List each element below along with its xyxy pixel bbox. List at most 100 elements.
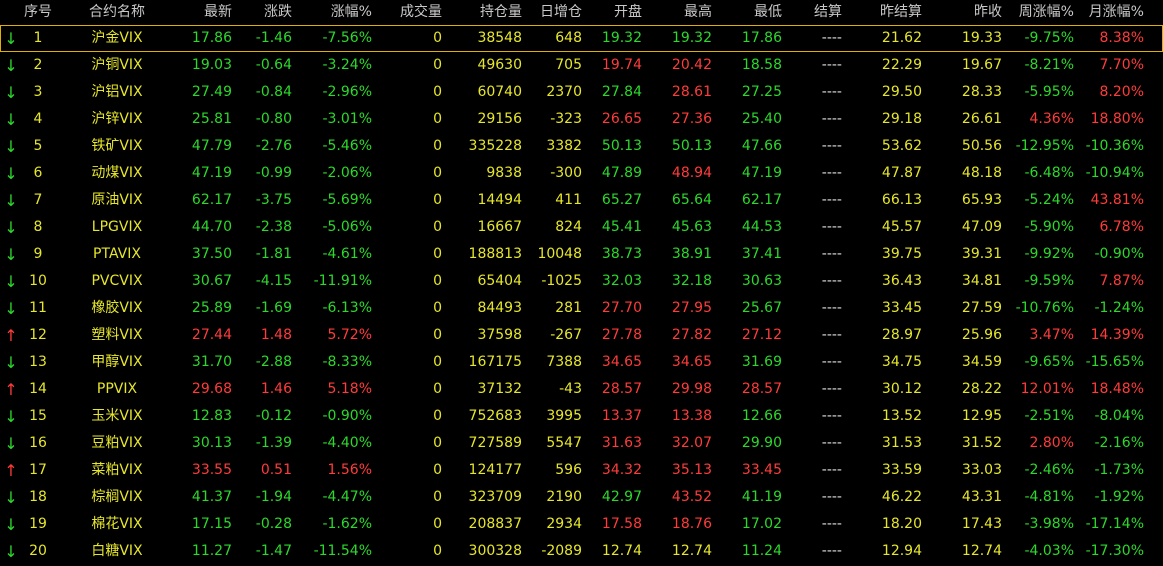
col-last: 25.81 bbox=[191, 111, 232, 127]
col-month-pct: 18.80% bbox=[1090, 111, 1144, 127]
header-col-week-pct[interactable]: 周涨幅% bbox=[1002, 0, 1074, 25]
col-prev-close: 27.59 bbox=[961, 300, 1002, 316]
col-settle: ---- bbox=[821, 516, 842, 532]
table-row[interactable]: ↓ 19 棉花VIX 17.15 -0.28 -1.62% 0 208837 2934 17.58… bbox=[0, 511, 1163, 538]
table-row[interactable]: ↓ 15 玉米VIX 12.83 -0.12 -0.90% 0 752683 3995 13.37… bbox=[0, 403, 1163, 430]
table-row[interactable]: ↓ 11 橡胶VIX 25.89 -1.69 -6.13% 0 84493 281 27.70 27… bbox=[0, 295, 1163, 322]
table-row[interactable]: ↓ 16 豆粕VIX 30.13 -1.39 -4.40% 0 727589 5547 31.63… bbox=[0, 430, 1163, 457]
col-last: 12.83 bbox=[191, 408, 232, 424]
col-open-interest: 300328 bbox=[468, 543, 522, 559]
col-volume: 0 bbox=[433, 30, 442, 46]
header-col-high[interactable]: 最高 bbox=[642, 0, 712, 25]
col-prev-settle: 47.87 bbox=[881, 165, 922, 181]
header-col-change-pct[interactable]: 涨幅% bbox=[292, 0, 372, 25]
col-oi-change: -323 bbox=[550, 111, 582, 127]
col-name: 原油VIX bbox=[91, 192, 143, 208]
table-row[interactable]: ↓ 1 沪金VIX 17.86 -1.46 -7.56% 0 38548 648 19.32 19.… bbox=[0, 25, 1163, 52]
header-col-prev-close[interactable]: 昨收 bbox=[922, 0, 1002, 25]
table-row[interactable]: ↓ 8 LPGVIX 44.70 -2.38 -5.06% 0 16667 824 45.41 45… bbox=[0, 214, 1163, 241]
col-change-pct: -5.46% bbox=[322, 138, 372, 154]
arrow-up-icon: ↑ bbox=[4, 380, 18, 399]
col-last: 17.86 bbox=[191, 30, 232, 46]
col-settle: ---- bbox=[821, 30, 842, 46]
table-row[interactable]: ↑ 12 塑料VIX 27.44 1.48 5.72% 0 37598 -267 27.78 27.… bbox=[0, 322, 1163, 349]
col-change-pct: 5.18% bbox=[327, 381, 372, 397]
col-high: 13.38 bbox=[671, 408, 712, 424]
col-oi-change: 2934 bbox=[546, 516, 582, 532]
table-row[interactable]: ↓ 13 甲醇VIX 31.70 -2.88 -8.33% 0 167175 7388 34.65… bbox=[0, 349, 1163, 376]
arrow-down-icon: ↓ bbox=[4, 164, 18, 183]
table-row[interactable]: ↓ 7 原油VIX 62.17 -3.75 -5.69% 0 14494 411 65.27 65.… bbox=[0, 187, 1163, 214]
header-col-prev-settle[interactable]: 昨结算 bbox=[842, 0, 922, 25]
col-high: 65.64 bbox=[671, 192, 712, 208]
header-col-name[interactable]: 合约名称 bbox=[72, 0, 162, 25]
col-volume: 0 bbox=[433, 435, 442, 451]
col-month-pct: 7.70% bbox=[1099, 57, 1144, 73]
col-settle: ---- bbox=[821, 165, 842, 181]
table-row[interactable]: ↓ 6 动煤VIX 47.19 -0.99 -2.06% 0 9838 -300 47.89 48.… bbox=[0, 160, 1163, 187]
col-low: 62.17 bbox=[741, 192, 782, 208]
col-change-pct: -2.96% bbox=[322, 84, 372, 100]
col-month-pct: -15.65% bbox=[1085, 354, 1144, 370]
header-col-no[interactable]: 序号 bbox=[22, 0, 54, 25]
col-name: 沪金VIX bbox=[91, 30, 143, 46]
col-high: 27.82 bbox=[671, 327, 712, 343]
header-col-month-pct[interactable]: 月涨幅% bbox=[1074, 0, 1144, 25]
col-week-pct: -5.24% bbox=[1024, 192, 1074, 208]
col-open: 31.63 bbox=[601, 435, 642, 451]
col-settle: ---- bbox=[821, 408, 842, 424]
col-open: 27.70 bbox=[601, 300, 642, 316]
table-row[interactable]: ↑ 17 菜粕VIX 33.55 0.51 1.56% 0 124177 596 34.32 35.… bbox=[0, 457, 1163, 484]
col-change: -2.76 bbox=[255, 138, 292, 154]
col-last: 27.49 bbox=[191, 84, 232, 100]
col-no: 5 bbox=[33, 138, 43, 154]
col-name: 菜粕VIX bbox=[91, 462, 143, 478]
col-volume: 0 bbox=[433, 111, 442, 127]
table-row[interactable]: ↓ 9 PTAVIX 37.50 -1.81 -4.61% 0 188813 10048 38.7… bbox=[0, 241, 1163, 268]
col-change-pct: -6.13% bbox=[322, 300, 372, 316]
header-col-change[interactable]: 涨跌 bbox=[232, 0, 292, 25]
col-change: -3.75 bbox=[255, 192, 292, 208]
col-settle: ---- bbox=[821, 381, 842, 397]
header-col-volume[interactable]: 成交量 bbox=[372, 0, 442, 25]
col-change: -1.46 bbox=[255, 30, 292, 46]
col-prev-settle: 29.50 bbox=[881, 84, 922, 100]
header-col-open[interactable]: 开盘 bbox=[582, 0, 642, 25]
table-row[interactable]: ↓ 3 沪铝VIX 27.49 -0.84 -2.96% 0 60740 2370 27.84 28… bbox=[0, 79, 1163, 106]
col-change: -4.15 bbox=[255, 273, 292, 289]
col-prev-close: 28.22 bbox=[961, 381, 1002, 397]
table-row[interactable]: ↓ 10 PVCVIX 30.67 -4.15 -11.91% 0 65404 -1025 32.… bbox=[0, 268, 1163, 295]
col-high: 18.76 bbox=[671, 516, 712, 532]
table-row[interactable]: ↓ 2 沪铜VIX 19.03 -0.64 -3.24% 0 49630 705 19.74 20.… bbox=[0, 52, 1163, 79]
col-oi-change: 705 bbox=[555, 57, 582, 73]
col-volume: 0 bbox=[433, 246, 442, 262]
col-change: -0.28 bbox=[255, 516, 292, 532]
table-row[interactable]: ↓ 20 白糖VIX 11.27 -1.47 -11.54% 0 300328 -2089 12.… bbox=[0, 538, 1163, 565]
col-open-interest: 14494 bbox=[477, 192, 522, 208]
header-col-open-interest[interactable]: 持仓量 bbox=[442, 0, 522, 25]
col-prev-close: 19.33 bbox=[961, 30, 1002, 46]
col-change-pct: -2.06% bbox=[322, 165, 372, 181]
table-row[interactable]: ↑ 14 PPVIX 29.68 1.46 5.18% 0 37132 -43 28.57 29.9… bbox=[0, 376, 1163, 403]
col-prev-close: 34.59 bbox=[961, 354, 1002, 370]
col-week-pct: -8.21% bbox=[1024, 57, 1074, 73]
col-open-interest: 49630 bbox=[477, 57, 522, 73]
header-col-low[interactable]: 最低 bbox=[712, 0, 782, 25]
col-high: 34.65 bbox=[671, 354, 712, 370]
table-row[interactable]: ↓ 4 沪锌VIX 25.81 -0.80 -3.01% 0 29156 -323 26.65 27… bbox=[0, 106, 1163, 133]
col-low: 30.63 bbox=[741, 273, 782, 289]
header-col-settle[interactable]: 结算 bbox=[782, 0, 842, 25]
col-high: 20.42 bbox=[671, 57, 712, 73]
col-week-pct: -10.76% bbox=[1015, 300, 1074, 316]
header-col-last[interactable]: 最新 bbox=[160, 0, 232, 25]
col-low: 25.40 bbox=[741, 111, 782, 127]
col-oi-change: 3382 bbox=[546, 138, 582, 154]
col-oi-change: 648 bbox=[555, 30, 582, 46]
quote-table[interactable]: 序号 合约名称 最新 涨跌 涨幅% 成交量 持仓量 日增仓 开盘 最高 最低 结算 昨结算 昨收 周涨幅% 月… bbox=[0, 0, 1163, 566]
table-row[interactable]: ↓ 5 铁矿VIX 47.79 -2.76 -5.46% 0 335228 3382 50.13 5… bbox=[0, 133, 1163, 160]
col-prev-close: 43.31 bbox=[961, 489, 1002, 505]
col-last: 30.67 bbox=[191, 273, 232, 289]
header-col-oi-change[interactable]: 日增仓 bbox=[522, 0, 582, 25]
col-last: 11.27 bbox=[191, 543, 232, 559]
table-row[interactable]: ↓ 18 棕榈VIX 41.37 -1.94 -4.47% 0 323709 2190 42.97… bbox=[0, 484, 1163, 511]
